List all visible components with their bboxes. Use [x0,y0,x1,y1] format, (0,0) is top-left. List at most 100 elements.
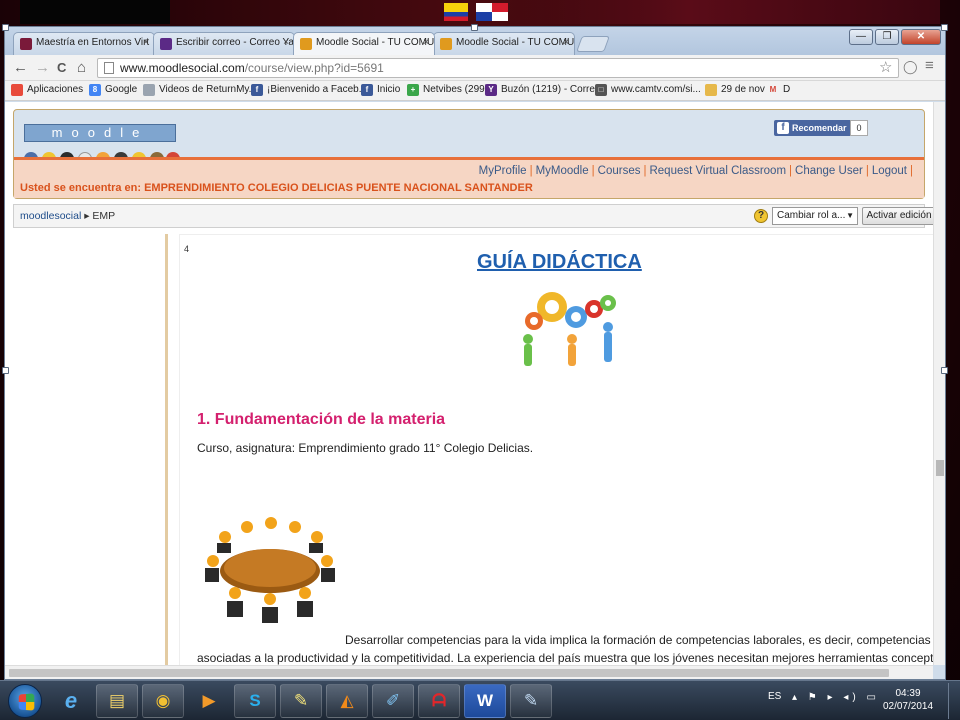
breadcrumb-current: EMP [92,210,116,222]
media-player-icon[interactable]: ▶ [188,684,230,718]
nav-link-myprofile[interactable]: MyProfile [479,165,527,177]
new-tab-button[interactable] [576,36,610,52]
maximize-button[interactable]: ❐ [875,29,899,45]
nav-link-change-user[interactable]: Change User [795,165,863,177]
facebook-recommend-button[interactable]: f Recomendar [774,120,853,136]
switch-role-value: Cambiar rol a... [777,210,846,221]
facebook-icon: f [777,122,789,134]
resize-handle[interactable] [2,367,9,374]
windows-taskbar: e ▤ ◉ ▶ S ✎ ◭ ✐ ᗩ W ✎ ES ▴ ⚑ ▸ ◂) ▭ 04:3… [0,680,960,720]
document-title: GUÍA DIDÁCTICA [477,251,642,273]
page-icon [104,62,114,74]
bookmark-folder-29-nov[interactable]: 29 de nov [705,84,765,96]
nav-separator: | [529,165,533,177]
nav-link-logout[interactable]: Logout [872,165,907,177]
tab-moodle-social-active[interactable]: Moodle Social - TU COMU × [293,32,435,55]
panama-flag-icon [476,3,508,21]
vertical-scrollbar[interactable] [933,102,945,665]
bookmark-videos[interactable]: Videos de ReturnMy... [143,84,257,96]
bookmark-label: ¡Bienvenido a Faceb... [267,84,368,95]
show-desktop-button[interactable] [948,683,958,719]
bookmark-gmail[interactable]: MD [767,84,791,95]
nav-separator: | [789,165,793,177]
bookmark-inicio[interactable]: f Inicio [361,84,400,96]
resize-handle[interactable] [941,24,948,31]
paintbrush-icon[interactable]: ✎ [510,684,552,718]
resize-handle[interactable] [2,24,9,31]
section-heading: 1. Fundamentación de la materia [197,411,446,428]
tab-moodle-social[interactable]: Moodle Social - TU COMU × [433,32,575,55]
tab-close-icon[interactable]: × [283,37,289,48]
tab-label: Moodle Social - TU COMU [456,37,575,48]
tab-close-icon[interactable]: × [563,37,569,48]
tab-label: Maestría en Entornos Virt [36,37,150,48]
language-indicator[interactable]: ES [768,691,781,702]
close-window-button[interactable]: ✕ [901,29,941,45]
bookmarks-bar: Aplicaciones 8 Google Videos de ReturnMy.… [5,81,945,101]
address-domain: www.moodlesocial.com [120,61,245,75]
bookmark-google[interactable]: 8 Google [89,84,137,96]
sticky-notes-icon[interactable]: ✎ [280,684,322,718]
tab-correo[interactable]: Escribir correo - Correo Ya × [153,32,295,55]
bookmark-camtv[interactable]: □ www.camtv.com/si... [595,84,701,96]
skype-icon[interactable]: S [234,684,276,718]
body-paragraph: Desarrollar competencias para la vida im… [197,631,933,665]
home-icon[interactable]: ⌂ [77,59,86,77]
bookmark-buzon[interactable]: Y Buzón (1219) - Corre... [485,84,603,96]
netvibes-icon: + [407,84,419,96]
nav-link-mymoodle[interactable]: MyMoodle [536,165,589,177]
top-bar-right [520,0,940,24]
nav-link-request-virtual-classroom[interactable]: Request Virtual Classroom [649,165,786,177]
tray-icons[interactable]: ▴ ⚑ ▸ ◂) ▭ [792,692,880,703]
bookmark-label: Aplicaciones [27,84,84,95]
tab-strip: Maestría en Entornos Virt × Escribir cor… [5,27,945,55]
bookmark-aplicaciones[interactable]: Aplicaciones [11,84,84,96]
minimize-button[interactable]: — [849,29,873,45]
scrollbar-thumb[interactable] [9,669,889,677]
internet-explorer-icon[interactable]: e [50,684,92,718]
page-number: 4 [184,244,190,254]
file-explorer-icon[interactable]: ▤ [96,684,138,718]
extension-icon[interactable]: ◯ [903,59,918,75]
vlc-icon[interactable]: ◭ [326,684,368,718]
bookmark-facebook[interactable]: f ¡Bienvenido a Faceb... [251,84,368,96]
left-column [13,234,163,665]
bookmark-label: Netvibes (299) [423,84,489,95]
bookmark-label: D [783,84,791,95]
chrome-icon[interactable]: ◉ [142,684,184,718]
word-icon[interactable]: W [464,684,506,718]
gmail-icon: M [769,85,777,94]
turn-editing-on-button[interactable]: Activar edición [862,207,933,225]
resize-handle[interactable] [471,24,478,31]
switch-role-select[interactable]: Cambiar rol a... ▼ [772,207,858,225]
menu-icon[interactable]: ≡ [925,57,934,74]
page-viewport: moodle f Recomendar 0 MyProfile | MyMood… [5,102,933,665]
bookmark-star-icon[interactable]: ☆ [879,58,892,76]
start-button[interactable] [8,684,42,718]
back-arrow-icon[interactable]: ← [13,59,28,77]
tab-label: Moodle Social - TU COMU [316,37,435,48]
bookmark-label: 29 de nov [721,84,765,95]
tab-close-icon[interactable]: × [423,37,429,48]
reload-icon[interactable]: C [57,59,66,77]
tab-maestria[interactable]: Maestría en Entornos Virt × [13,32,155,55]
breadcrumb-home-link[interactable]: moodlesocial [20,210,81,222]
address-bar[interactable]: www.moodlesocial.com/course/view.php?id=… [97,58,899,78]
bookmark-netvibes[interactable]: + Netvibes (299) [407,84,489,96]
recommend-count: 0 [850,120,868,136]
tab-close-icon[interactable]: × [143,37,149,48]
horizontal-scrollbar[interactable] [5,665,933,679]
paint-icon[interactable]: ✐ [372,684,414,718]
resize-handle[interactable] [941,367,948,374]
nav-link-courses[interactable]: Courses [598,165,641,177]
acrobat-icon[interactable]: ᗩ [418,684,460,718]
browser-window: Maestría en Entornos Virt × Escribir cor… [4,26,946,680]
paragraph-line: Desarrollar competencias para la vida im… [345,633,931,647]
help-icon[interactable]: ? [754,209,768,223]
forward-arrow-icon[interactable]: → [35,59,50,77]
browser-toolbar: ← → C ⌂ www.moodlesocial.com/course/view… [5,55,945,81]
clock[interactable]: 04:39 02/07/2014 [878,687,938,713]
camtv-icon: □ [595,84,607,96]
teamwork-gears-image [523,292,616,366]
scrollbar-thumb[interactable] [936,460,944,476]
